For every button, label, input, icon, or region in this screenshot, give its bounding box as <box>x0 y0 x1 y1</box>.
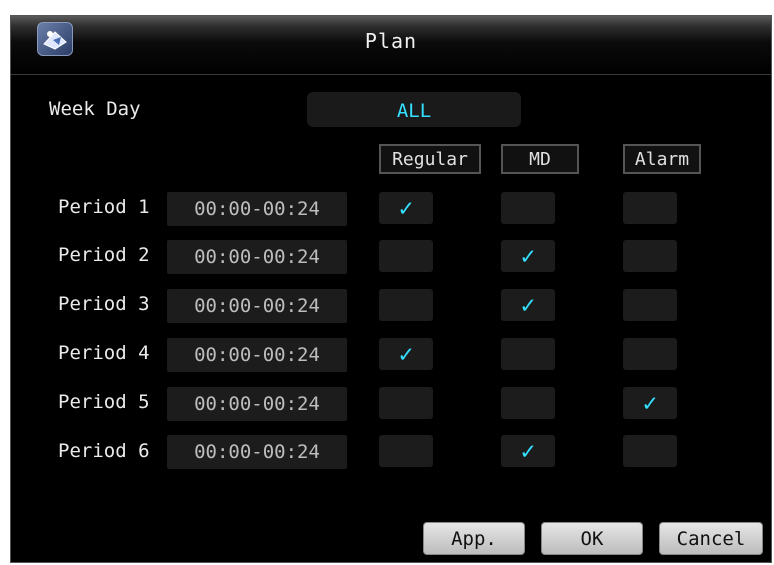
regular-checkbox[interactable]: ✓ <box>379 192 433 224</box>
md-checkbox[interactable]: ✓ <box>501 435 555 467</box>
alarm-checkbox[interactable] <box>623 192 677 224</box>
period-label: Period 5 <box>58 391 150 413</box>
cancel-button[interactable]: Cancel <box>659 522 763 555</box>
regular-checkbox[interactable] <box>379 387 433 419</box>
period-time-field[interactable]: 00:00-00:24 <box>167 338 347 372</box>
regular-checkbox[interactable] <box>379 240 433 272</box>
regular-checkbox[interactable] <box>379 289 433 321</box>
alarm-column-header[interactable]: Alarm <box>623 144 701 174</box>
weekday-select[interactable]: ALL <box>307 92 521 127</box>
regular-checkbox[interactable] <box>379 435 433 467</box>
regular-checkbox[interactable]: ✓ <box>379 338 433 370</box>
period-label: Period 4 <box>58 342 150 364</box>
period-time-field[interactable]: 00:00-00:24 <box>167 240 347 274</box>
md-checkbox[interactable] <box>501 387 555 419</box>
plan-dialog: Plan Week Day ALL Regular MD Alarm Perio… <box>10 15 772 563</box>
period-time-field[interactable]: 00:00-00:24 <box>167 192 347 226</box>
alarm-checkbox[interactable]: ✓ <box>623 387 677 419</box>
period-time-field[interactable]: 00:00-00:24 <box>167 387 347 421</box>
period-time-field[interactable]: 00:00-00:24 <box>167 435 347 469</box>
period-label: Period 2 <box>58 244 150 266</box>
period-label: Period 1 <box>58 196 150 218</box>
md-checkbox[interactable]: ✓ <box>501 240 555 272</box>
window-title: Plan <box>364 29 418 53</box>
period-time-field[interactable]: 00:00-00:24 <box>167 289 347 323</box>
alarm-checkbox[interactable] <box>623 289 677 321</box>
md-column-header[interactable]: MD <box>501 144 579 174</box>
alarm-checkbox[interactable] <box>623 435 677 467</box>
period-label: Period 6 <box>58 440 150 462</box>
ok-button[interactable]: OK <box>541 522 643 555</box>
md-checkbox[interactable]: ✓ <box>501 289 555 321</box>
regular-column-header[interactable]: Regular <box>379 144 481 174</box>
weekday-label: Week Day <box>49 98 141 120</box>
md-checkbox[interactable] <box>501 338 555 370</box>
alarm-checkbox[interactable] <box>623 338 677 370</box>
period-label: Period 3 <box>58 293 150 315</box>
title-bar: Plan <box>11 16 771 75</box>
apply-button[interactable]: App. <box>423 522 525 555</box>
md-checkbox[interactable] <box>501 192 555 224</box>
alarm-checkbox[interactable] <box>623 240 677 272</box>
